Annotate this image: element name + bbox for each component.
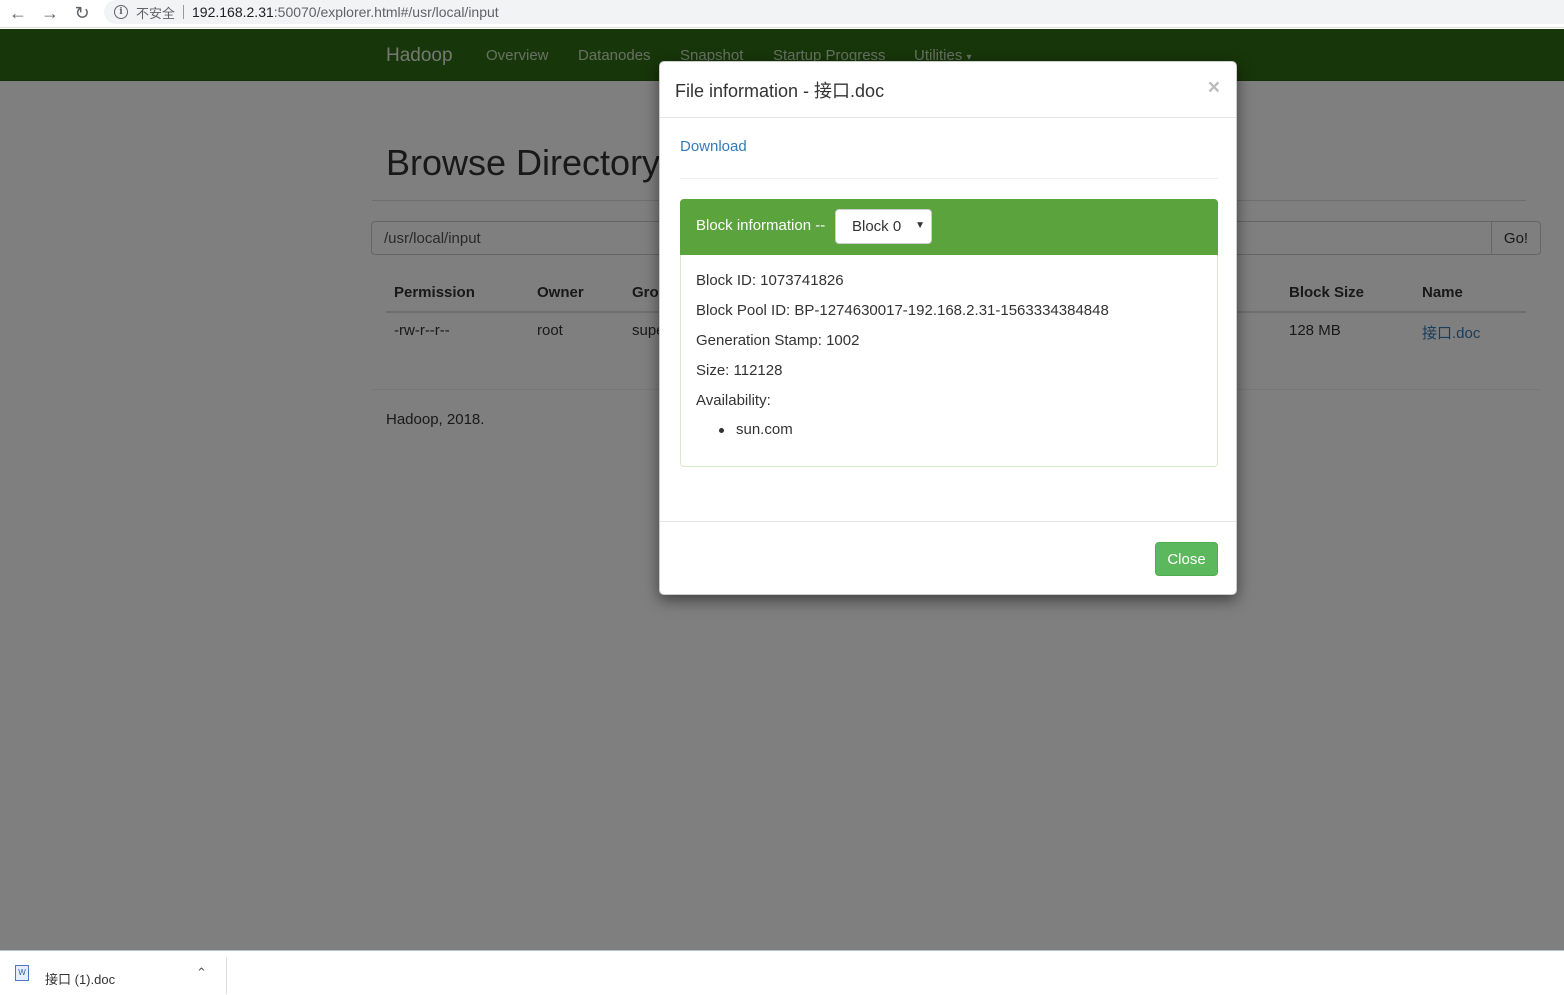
modal-header: File information - 接口.doc × bbox=[660, 62, 1236, 118]
word-document-icon: W bbox=[15, 965, 29, 981]
forward-arrow-icon[interactable]: → bbox=[34, 2, 66, 26]
url-host: 192.168.2.31 bbox=[192, 4, 274, 20]
close-button[interactable]: Close bbox=[1155, 542, 1218, 576]
block-size-info: Size: 112128 bbox=[696, 362, 783, 379]
modal-footer-divider bbox=[660, 521, 1236, 522]
download-item-separator bbox=[226, 957, 227, 994]
modal-title: File information - 接口.doc bbox=[675, 81, 885, 101]
downloaded-file-name[interactable]: 接口 (1).doc bbox=[45, 969, 115, 988]
caret-down-icon: ▼ bbox=[915, 220, 925, 231]
address-bar[interactable]: i 不安全 192.168.2.31:50070/explorer.html#/… bbox=[104, 0, 1564, 24]
block-select-value: Block 0 bbox=[852, 218, 902, 235]
modal-divider bbox=[680, 178, 1218, 179]
block-pool-id: Block Pool ID: BP-1274630017-192.168.2.3… bbox=[696, 302, 1109, 319]
file-info-modal: File information - 接口.doc × Download Blo… bbox=[659, 61, 1237, 595]
reload-icon[interactable]: ↻ bbox=[66, 2, 98, 26]
back-arrow-icon[interactable]: ← bbox=[2, 2, 34, 26]
url-path: :50070/explorer.html#/usr/local/input bbox=[273, 4, 499, 20]
download-shelf: W 接口 (1).doc ⌃ bbox=[0, 950, 1564, 995]
info-icon[interactable]: i bbox=[114, 5, 128, 19]
generation-stamp: Generation Stamp: 1002 bbox=[696, 332, 860, 349]
browser-toolbar: ← → ↻ i 不安全 192.168.2.31:50070/explorer.… bbox=[0, 0, 1564, 28]
availability-host: sun.com bbox=[736, 421, 793, 438]
block-info-label: Block information -- bbox=[696, 217, 826, 234]
address-separator bbox=[183, 5, 185, 19]
availability-label: Availability: bbox=[696, 392, 771, 409]
insecure-label: 不安全 bbox=[136, 5, 176, 21]
close-icon[interactable]: × bbox=[1208, 76, 1220, 100]
block-select[interactable]: Block 0 ▼ bbox=[835, 209, 932, 244]
panel-heading: Block information -- Block 0 ▼ bbox=[680, 199, 1218, 255]
block-id: Block ID: 1073741826 bbox=[696, 272, 844, 289]
bullet-icon bbox=[719, 428, 724, 433]
chevron-up-icon[interactable]: ⌃ bbox=[196, 965, 207, 981]
download-link[interactable]: Download bbox=[680, 138, 747, 155]
block-info-panel: Block information -- Block 0 ▼ Block ID:… bbox=[680, 199, 1218, 467]
